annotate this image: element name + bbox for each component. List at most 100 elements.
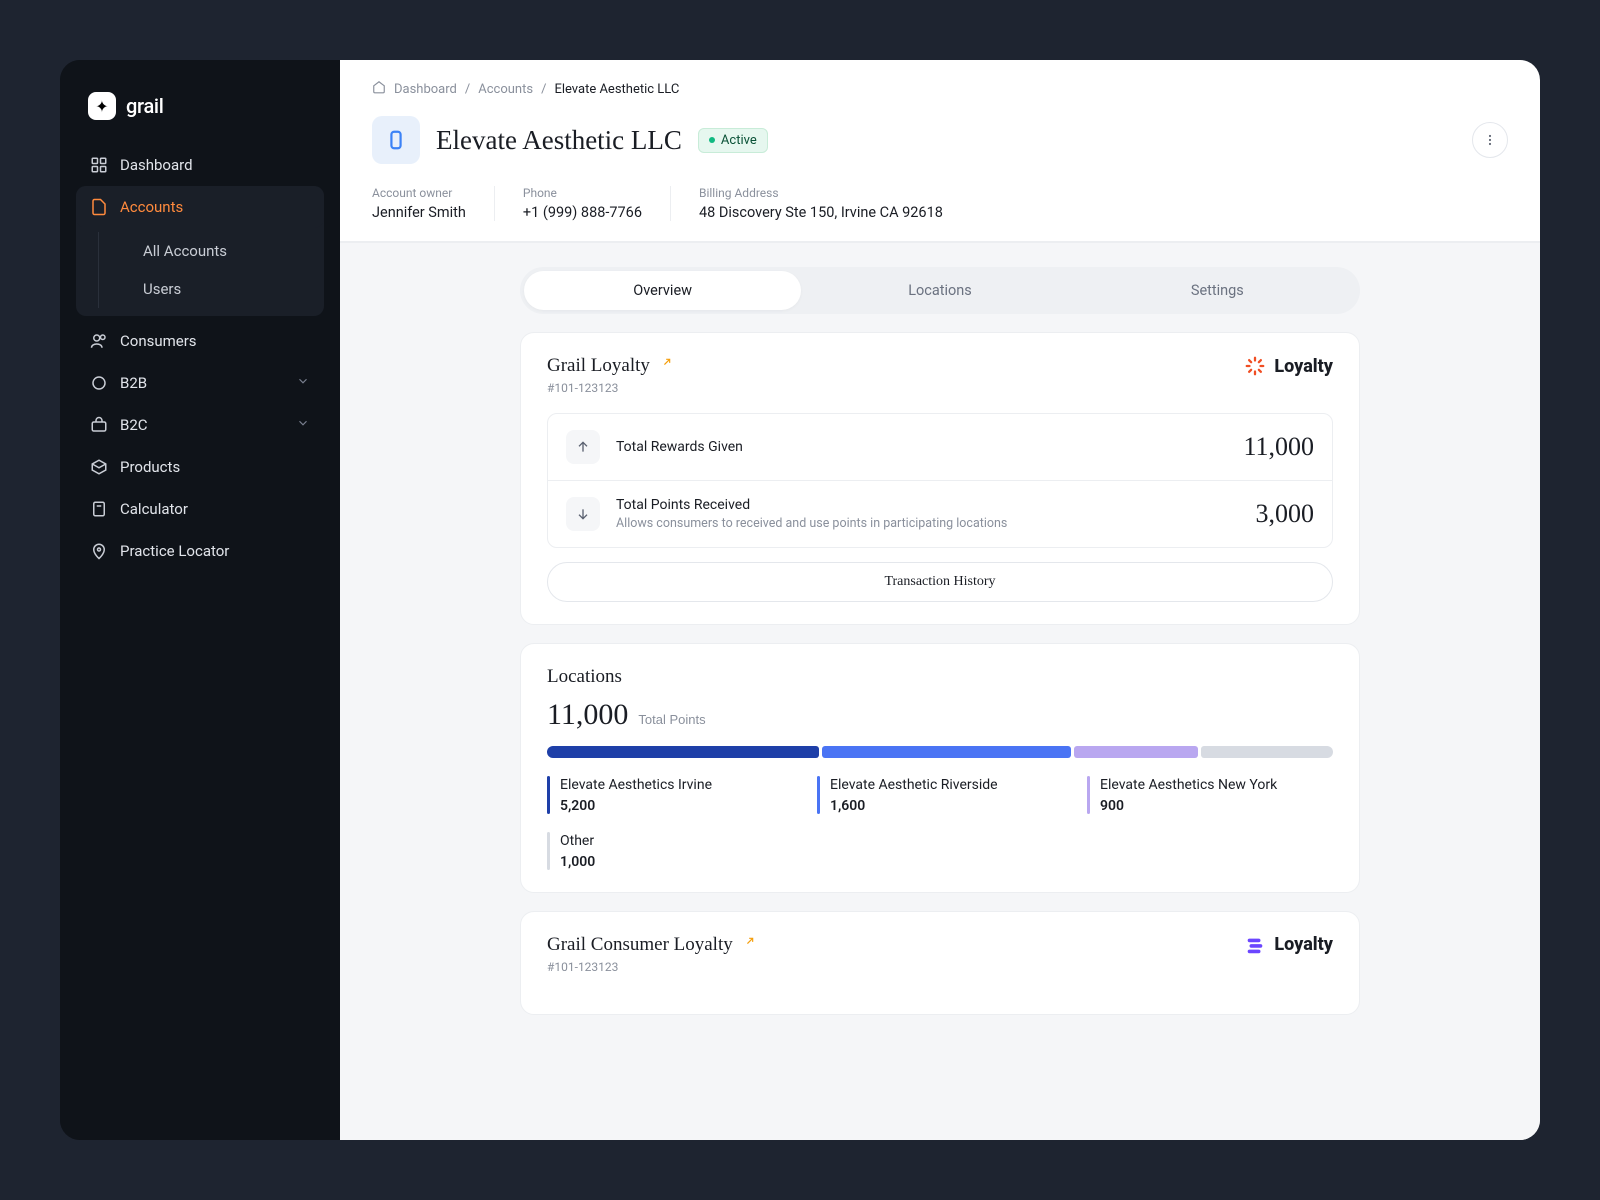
tab-locations[interactable]: Locations	[801, 271, 1078, 310]
bar-segment-3	[1201, 746, 1333, 758]
breadcrumb: Dashboard / Accounts / Elevate Aesthetic…	[372, 80, 1508, 98]
breadcrumb-current: Elevate Aesthetic LLC	[554, 82, 679, 97]
tab-overview[interactable]: Overview	[524, 271, 801, 310]
loyalty-card-2: Grail Consumer Loyalty #101-123123 Loyal…	[520, 911, 1360, 1015]
external-link-icon[interactable]	[741, 934, 755, 956]
sidebar-item-label: Dashboard	[120, 156, 310, 174]
meta-label: Billing Address	[699, 186, 943, 200]
card-title-text: Grail Consumer Loyalty	[547, 934, 733, 956]
center-column: Overview Locations Settings Grail Loyalt…	[520, 267, 1360, 1015]
legend-item: Elevate Aesthetic Riverside 1,600	[817, 776, 1063, 814]
legend-tick	[547, 776, 550, 814]
bar-segment-1	[822, 746, 1071, 758]
account-avatar-icon	[372, 116, 420, 164]
sidebar-item-products[interactable]: Products	[76, 446, 324, 488]
sidebar-subitem-users[interactable]: Users	[131, 270, 324, 308]
sidebar-item-label: Accounts	[120, 198, 310, 216]
sidebar-item-accounts[interactable]: Accounts	[76, 186, 324, 228]
locations-total-label: Total Points	[638, 712, 705, 727]
external-link-icon[interactable]	[658, 355, 672, 377]
page-header: Dashboard / Accounts / Elevate Aesthetic…	[340, 60, 1540, 242]
bar-segment-0	[547, 746, 819, 758]
legend-tick	[547, 832, 550, 870]
status-badge: Active	[698, 128, 768, 153]
brand-logo[interactable]: ✦ grail	[76, 84, 324, 144]
meta-label: Account owner	[372, 186, 466, 200]
brand-name: grail	[126, 94, 164, 118]
locations-bar-chart	[547, 746, 1333, 758]
b2c-icon	[90, 416, 108, 434]
card-title: Grail Loyalty	[547, 355, 672, 377]
transaction-history-button[interactable]: Transaction History	[547, 562, 1333, 602]
tabs: Overview Locations Settings	[520, 267, 1360, 314]
locations-total-value: 11,000	[547, 698, 628, 732]
locations-card: Locations 11,000 Total Points	[520, 643, 1360, 893]
sidebar-subitem-all-accounts[interactable]: All Accounts	[131, 232, 324, 270]
bar-segment-2	[1074, 746, 1198, 758]
breadcrumb-sep: /	[465, 82, 470, 97]
legend-item: Elevate Aesthetics Irvine 5,200	[547, 776, 793, 814]
meta-value: 48 Discovery Ste 150, Irvine CA 92618	[699, 204, 943, 221]
card-header: Grail Consumer Loyalty #101-123123 Loyal…	[547, 934, 1333, 974]
legend-value: 5,200	[560, 798, 712, 814]
sidebar-item-calculator[interactable]: Calculator	[76, 488, 324, 530]
loyalty-badge-label: Loyalty	[1274, 356, 1333, 377]
stat-sublabel: Allows consumers to received and use poi…	[616, 516, 1240, 531]
loyalty-badge-label: Loyalty	[1274, 934, 1333, 955]
legend-value: 1,600	[830, 798, 998, 814]
legend-value: 1,000	[560, 854, 595, 870]
sidebar-item-b2c[interactable]: B2C	[76, 404, 324, 446]
tab-settings[interactable]: Settings	[1079, 271, 1356, 310]
more-button[interactable]	[1472, 122, 1508, 158]
legend-name: Other	[560, 832, 595, 851]
meta-owner: Account owner Jennifer Smith	[372, 186, 495, 221]
legend-name: Elevate Aesthetics New York	[1100, 776, 1277, 795]
calculator-icon	[90, 500, 108, 518]
card-title-text: Grail Loyalty	[547, 355, 650, 377]
stat-value: 3,000	[1256, 499, 1315, 529]
card-title: Grail Consumer Loyalty	[547, 934, 755, 956]
card-title-wrap: Grail Consumer Loyalty #101-123123	[547, 934, 755, 974]
dashboard-icon	[90, 156, 108, 174]
chevron-down-icon	[296, 416, 310, 434]
sidebar-item-dashboard[interactable]: Dashboard	[76, 144, 324, 186]
legend-item: Other 1,000	[547, 832, 793, 870]
breadcrumb-sep: /	[541, 82, 546, 97]
stat-value: 11,000	[1243, 432, 1314, 462]
chevron-down-icon	[296, 374, 310, 392]
sidebar-item-label: Consumers	[120, 332, 310, 350]
breadcrumb-dashboard[interactable]: Dashboard	[394, 82, 457, 97]
sidebar-item-label: Products	[120, 458, 310, 476]
sidebar-item-b2b[interactable]: B2B	[76, 362, 324, 404]
sidebar-item-label: B2C	[120, 416, 284, 434]
legend-item: Elevate Aesthetics New York 900	[1087, 776, 1333, 814]
legend-name: Elevate Aesthetic Riverside	[830, 776, 998, 795]
breadcrumb-accounts[interactable]: Accounts	[478, 82, 533, 97]
home-icon[interactable]	[372, 80, 386, 98]
locations-legend: Elevate Aesthetics Irvine 5,200 Elevate …	[547, 776, 1333, 870]
stack-icon	[1244, 934, 1266, 956]
content-scroll[interactable]: Overview Locations Settings Grail Loyalt…	[340, 242, 1540, 1140]
meta-address: Billing Address 48 Discovery Ste 150, Ir…	[699, 186, 971, 221]
sidebar-subnav-accounts: All Accounts Users	[98, 232, 324, 308]
b2b-icon	[90, 374, 108, 392]
sidebar-item-label: B2B	[120, 374, 284, 392]
card-title-wrap: Grail Loyalty #101-123123	[547, 355, 672, 395]
loyalty-badge: Loyalty	[1244, 355, 1333, 377]
stat-text: Total Points Received Allows consumers t…	[616, 497, 1240, 531]
card-id: #101-123123	[547, 381, 672, 395]
sunburst-icon	[1244, 355, 1266, 377]
stat-points-received: Total Points Received Allows consumers t…	[548, 480, 1332, 547]
page-title: Elevate Aesthetic LLC	[436, 125, 682, 156]
sidebar-item-practice-locator[interactable]: Practice Locator	[76, 530, 324, 572]
meta-label: Phone	[523, 186, 642, 200]
stat-label: Total Points Received	[616, 497, 1240, 513]
loyalty-badge: Loyalty	[1244, 934, 1333, 956]
sidebar-item-label: Practice Locator	[120, 542, 310, 560]
card-id: #101-123123	[547, 960, 755, 974]
sidebar-item-consumers[interactable]: Consumers	[76, 320, 324, 362]
products-icon	[90, 458, 108, 476]
arrow-down-icon	[566, 497, 600, 531]
meta-phone: Phone +1 (999) 888-7766	[523, 186, 671, 221]
stat-text: Total Rewards Given	[616, 439, 1227, 455]
